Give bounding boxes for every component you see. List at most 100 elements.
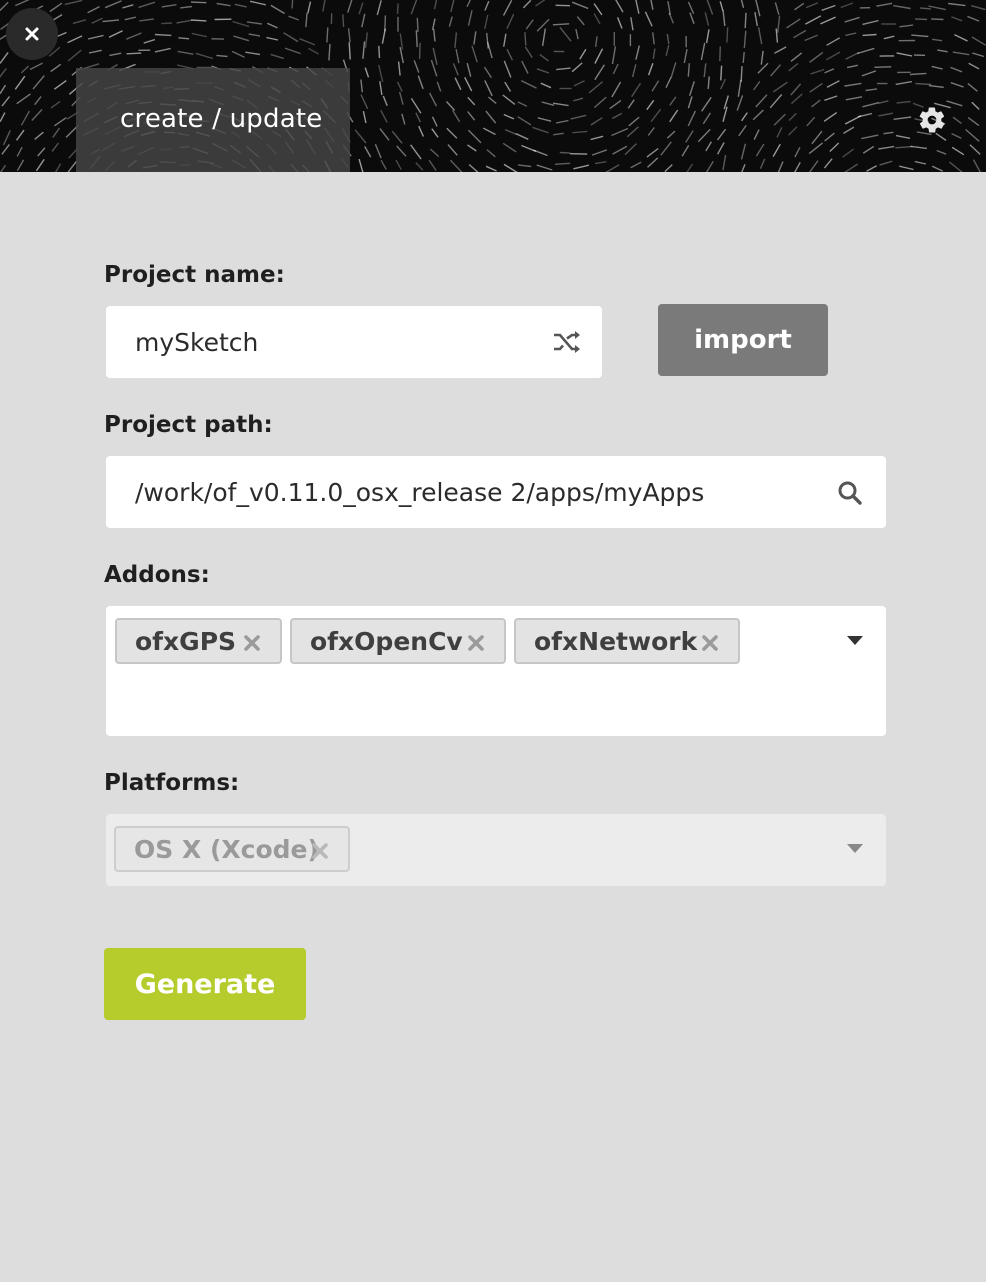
project-path-field[interactable]: /work/of_v0.11.0_osx_release 2/apps/myAp…	[106, 456, 886, 528]
pattern-dash	[736, 95, 744, 111]
pattern-dash	[805, 15, 822, 25]
pattern-dash	[862, 145, 875, 154]
pattern-dash	[16, 159, 25, 172]
pattern-dash	[291, 0, 294, 9]
pattern-dash	[270, 53, 285, 60]
pattern-dash	[537, 117, 552, 122]
pattern-dash	[588, 81, 604, 94]
pattern-dash	[428, 159, 437, 171]
pattern-dash	[775, 28, 779, 43]
pattern-dash	[666, 130, 676, 139]
project-name-field[interactable]: mySketch	[106, 306, 602, 378]
pattern-dash	[650, 108, 662, 123]
pattern-dash	[967, 15, 980, 22]
pattern-dash	[378, 45, 381, 59]
pattern-dash	[846, 64, 858, 69]
pattern-dash	[468, 163, 479, 172]
pattern-dash	[429, 148, 440, 158]
pattern-dash	[969, 144, 981, 155]
pattern-dash	[972, 52, 985, 58]
pattern-dash	[418, 125, 425, 137]
pattern-dash	[34, 95, 42, 106]
pattern-dash	[823, 158, 833, 169]
pattern-dash	[87, 5, 100, 14]
pattern-dash	[283, 32, 299, 43]
pattern-dash	[740, 143, 747, 160]
pattern-dash	[896, 52, 913, 57]
close-button[interactable]	[6, 8, 58, 60]
pattern-dash	[506, 13, 515, 29]
pattern-dash	[413, 60, 420, 73]
pattern-dash	[485, 165, 497, 172]
pattern-dash	[410, 144, 422, 160]
remove-platform-icon[interactable]	[310, 841, 330, 861]
pattern-dash	[719, 1, 724, 12]
pattern-dash	[757, 62, 769, 74]
pattern-dash	[644, 11, 653, 27]
remove-addon-icon[interactable]	[700, 633, 720, 653]
pattern-dash	[821, 4, 836, 12]
pattern-dash	[611, 46, 617, 65]
pattern-dash	[467, 10, 473, 26]
pattern-dash	[631, 82, 642, 98]
pattern-dash	[522, 0, 532, 9]
pattern-dash	[379, 128, 390, 141]
pattern-dash	[449, 159, 463, 172]
pattern-dash	[893, 116, 912, 120]
pattern-dash	[646, 147, 659, 158]
pattern-dash	[483, 66, 492, 79]
pattern-dash	[878, 100, 889, 104]
pattern-dash	[788, 112, 797, 121]
tab-create-update[interactable]: create / update	[76, 68, 350, 172]
pattern-dash	[683, 49, 688, 64]
remove-addon-icon[interactable]	[466, 633, 486, 653]
pattern-dash	[178, 37, 190, 40]
pattern-dash	[50, 63, 62, 73]
platforms-select[interactable]: OS X (Xcode)	[106, 814, 886, 886]
pattern-dash	[719, 78, 727, 90]
pattern-dash	[737, 79, 742, 97]
addons-select[interactable]: ofxGPS ofxOpenCv ofxNetwork	[106, 606, 886, 736]
pattern-dash	[486, 41, 493, 59]
pattern-dash	[753, 129, 760, 140]
pattern-dash	[233, 35, 250, 42]
pattern-dash	[397, 61, 401, 76]
pattern-dash	[647, 62, 654, 76]
generate-button[interactable]: Generate	[104, 948, 306, 1020]
pattern-dash	[777, 15, 781, 33]
pattern-dash	[382, 95, 388, 106]
pattern-dash	[754, 11, 758, 27]
shuffle-icon[interactable]	[552, 329, 582, 355]
pattern-dash	[840, 2, 854, 9]
pattern-dash	[161, 22, 173, 25]
addons-dropdown-icon[interactable]	[847, 636, 863, 645]
pattern-dash	[794, 2, 805, 11]
gear-icon[interactable]	[917, 105, 947, 135]
pattern-dash	[15, 129, 25, 141]
pattern-dash	[876, 2, 893, 7]
pattern-dash	[536, 164, 553, 171]
pattern-dash	[611, 81, 622, 98]
pattern-dash	[705, 29, 710, 44]
remove-addon-icon[interactable]	[242, 633, 262, 653]
pattern-dash	[467, 96, 476, 106]
pattern-dash	[951, 146, 965, 156]
pattern-dash	[55, 163, 62, 172]
pattern-dash	[502, 94, 516, 105]
platforms-dropdown-icon[interactable]	[847, 844, 863, 853]
pattern-dash	[741, 112, 748, 122]
pattern-dash	[652, 32, 655, 45]
pattern-dash	[432, 47, 438, 65]
import-button[interactable]: import	[658, 304, 828, 376]
pattern-dash	[895, 134, 911, 139]
pattern-dash	[971, 36, 986, 46]
pattern-dash	[342, 14, 345, 27]
pattern-dash	[722, 154, 727, 171]
pattern-dash	[486, 149, 496, 158]
pattern-dash	[686, 163, 694, 172]
search-icon[interactable]	[837, 480, 863, 506]
pattern-dash	[776, 127, 783, 138]
pattern-dash	[965, 128, 980, 142]
pattern-dash	[628, 116, 640, 127]
pattern-dash	[605, 164, 620, 172]
